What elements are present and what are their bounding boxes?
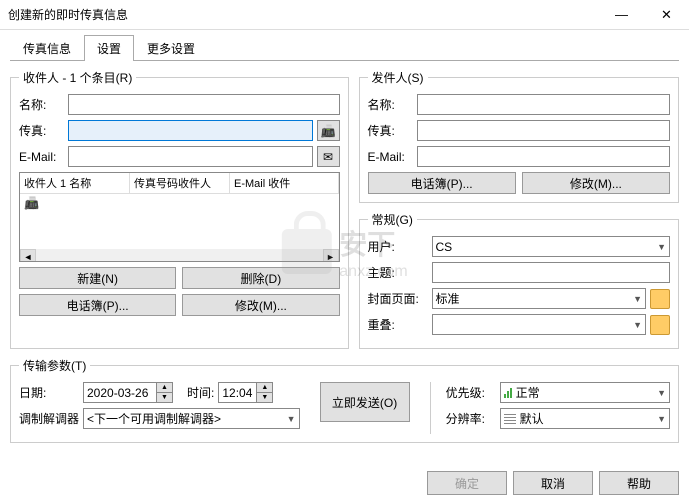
tab-more[interactable]: 更多设置 [134, 35, 208, 61]
recipient-email-input[interactable] [68, 146, 313, 167]
resolution-label: 分辨率: [446, 410, 496, 427]
date-up-icon[interactable]: ▲ [156, 383, 172, 393]
sender-name-label: 名称: [368, 96, 413, 113]
tab-faxinfo[interactable]: 传真信息 [10, 35, 84, 61]
sender-phonebook-button[interactable]: 电话簿(P)... [368, 172, 516, 194]
sender-legend: 发件人(S) [368, 69, 428, 86]
recipient-name-label: 名称: [19, 96, 64, 113]
user-select[interactable]: CS ▼ [432, 236, 671, 257]
date-input[interactable]: 2020-03-26 ▲ ▼ [83, 382, 173, 403]
list-header-email[interactable]: E-Mail 收件 [230, 173, 339, 193]
cover-select[interactable]: 标准 ▼ [432, 288, 647, 309]
chevron-down-icon: ▼ [657, 242, 666, 252]
chevron-down-icon: ▼ [287, 414, 296, 424]
tabs: 传真信息 设置 更多设置 [10, 34, 679, 61]
close-button[interactable]: ✕ [644, 0, 689, 29]
recipient-fax-label: 传真: [19, 122, 64, 139]
time-input[interactable]: 12:04 ▲ ▼ [218, 382, 273, 403]
sender-email-input[interactable] [417, 146, 671, 167]
cover-browse-icon[interactable] [650, 289, 670, 309]
scroll-right-icon[interactable]: ► [323, 249, 339, 262]
recipient-email-label: E-Mail: [19, 150, 64, 164]
phonebook-button[interactable]: 电话簿(P)... [19, 294, 176, 316]
date-down-icon[interactable]: ▼ [156, 393, 172, 402]
modem-label: 调制解调器 [19, 410, 79, 427]
overlay-select[interactable]: ▼ [432, 314, 647, 335]
resolution-select[interactable]: 默认 ▼ [500, 408, 670, 429]
titlebar: 创建新的即时传真信息 — ✕ [0, 0, 689, 30]
modify-button[interactable]: 修改(M)... [182, 294, 339, 316]
chevron-down-icon: ▼ [657, 414, 666, 424]
time-up-icon[interactable]: ▲ [256, 383, 272, 393]
sender-modify-button[interactable]: 修改(M)... [522, 172, 670, 194]
time-label: 时间: [187, 384, 214, 401]
chevron-down-icon: ▼ [657, 388, 666, 398]
cancel-button[interactable]: 取消 [513, 471, 593, 495]
priority-select[interactable]: 正常 ▼ [500, 382, 670, 403]
time-down-icon[interactable]: ▼ [256, 393, 272, 402]
email-lookup-icon[interactable]: ✉ [317, 146, 340, 167]
priority-label: 优先级: [446, 384, 496, 401]
cover-label: 封面页面: [368, 290, 428, 307]
overlay-browse-icon[interactable] [650, 315, 670, 335]
recipients-list[interactable]: 收件人 1 名称 传真号码收件人 E-Mail 收件 📠 ◄ ► [19, 172, 340, 262]
ok-button[interactable]: 确定 [427, 471, 507, 495]
minimize-button[interactable]: — [599, 0, 644, 29]
subject-label: 主题: [368, 264, 428, 281]
help-button[interactable]: 帮助 [599, 471, 679, 495]
scroll-left-icon[interactable]: ◄ [20, 249, 36, 262]
list-header-name[interactable]: 收件人 1 名称 [20, 173, 130, 193]
modem-select[interactable]: <下一个可用调制解调器> ▼ [83, 408, 300, 429]
transmission-legend: 传输参数(T) [19, 357, 90, 374]
sender-fax-label: 传真: [368, 122, 413, 139]
new-button[interactable]: 新建(N) [19, 267, 176, 289]
chevron-down-icon: ▼ [633, 320, 642, 330]
sender-name-input[interactable] [417, 94, 671, 115]
sender-email-label: E-Mail: [368, 150, 413, 164]
recipient-fax-input[interactable] [68, 120, 313, 141]
recipients-legend: 收件人 - 1 个条目(R) [19, 69, 136, 86]
sender-group: 发件人(S) 名称: 传真: E-Mail: 电话簿(P)... 修改(M)..… [359, 69, 680, 203]
priority-icon [504, 388, 512, 398]
delete-button[interactable]: 删除(D) [182, 267, 339, 289]
chevron-down-icon: ▼ [633, 294, 642, 304]
general-legend: 常规(G) [368, 211, 417, 228]
dialog-buttons: 确定 取消 帮助 [427, 471, 679, 495]
horizontal-scrollbar[interactable]: ◄ ► [20, 249, 339, 262]
recipients-group: 收件人 - 1 个条目(R) 名称: 传真: 📠 E-Mail: ✉ 收件人 1… [10, 69, 349, 349]
recipient-name-input[interactable] [68, 94, 340, 115]
tab-settings[interactable]: 设置 [84, 35, 134, 61]
sender-fax-input[interactable] [417, 120, 671, 141]
overlay-label: 重叠: [368, 316, 428, 333]
user-label: 用户: [368, 238, 428, 255]
fax-lookup-icon[interactable]: 📠 [317, 120, 340, 141]
general-group: 常规(G) 用户: CS ▼ 主题: 封面页面: 标准 ▼ [359, 211, 680, 349]
subject-input[interactable] [432, 262, 671, 283]
window-title: 创建新的即时传真信息 [8, 6, 599, 23]
transmission-group: 传输参数(T) 日期: 2020-03-26 ▲ ▼ 时间: 12:04 [10, 357, 679, 443]
date-label: 日期: [19, 384, 79, 401]
list-item[interactable]: 📠 [20, 194, 339, 212]
send-now-button[interactable]: 立即发送(O) [320, 382, 410, 422]
list-header-fax[interactable]: 传真号码收件人 [130, 173, 230, 193]
resolution-icon [504, 414, 516, 424]
